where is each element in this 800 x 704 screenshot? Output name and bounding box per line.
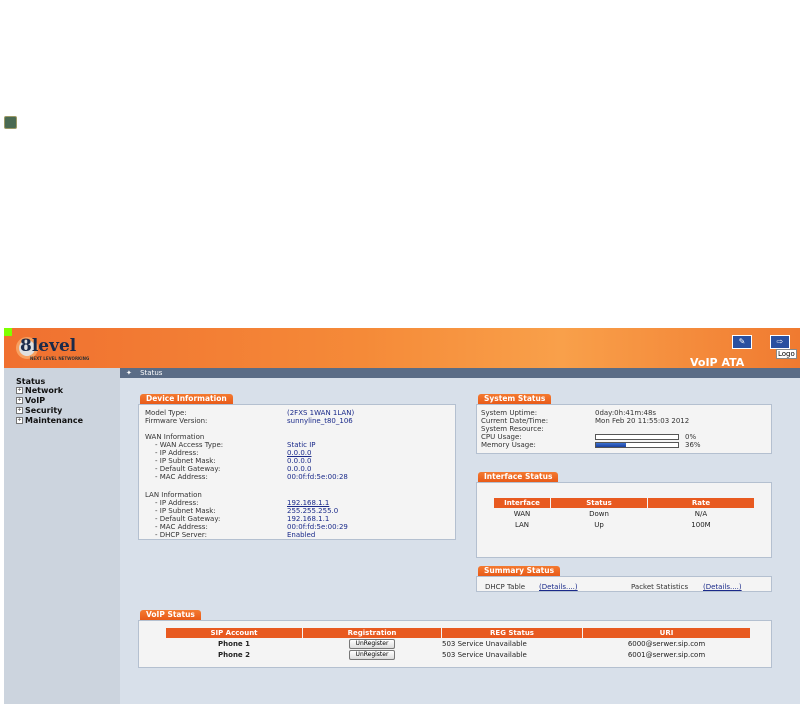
table-row: Phone 1 UnRegister 503 Service Unavailab… bbox=[166, 639, 750, 649]
logo-subtitle: NEXT LEVEL NETWORKING bbox=[30, 356, 90, 361]
device-info-panel: Model Type: (2FXS 1WAN 1LAN) Firmware Ve… bbox=[138, 404, 456, 540]
date-value: Mon Feb 20 11:55:03 2012 bbox=[595, 417, 690, 425]
reg-status: 503 Service Unavailable bbox=[442, 640, 527, 648]
wan-ip-link[interactable]: 0.0.0.0 bbox=[287, 449, 312, 457]
mem-label: Memory Usage: bbox=[481, 441, 536, 449]
wan-label: - MAC Address: bbox=[155, 473, 208, 481]
header-bar bbox=[4, 328, 800, 368]
fw-value: sunnyline_t80_106 bbox=[287, 417, 353, 425]
lan-label: - DHCP Server: bbox=[155, 531, 207, 539]
lan-value: Enabled bbox=[287, 531, 316, 539]
model-value: (2FXS 1WAN 1LAN) bbox=[287, 409, 355, 417]
logout-tooltip: Logo bbox=[776, 349, 797, 359]
lan-label: - Default Gateway: bbox=[155, 515, 221, 523]
wan-label: - IP Address: bbox=[155, 449, 199, 457]
expand-icon: + bbox=[16, 397, 23, 404]
iface-status: Up bbox=[594, 521, 604, 529]
voip-table: SIP Account Registration REG Status URI … bbox=[165, 627, 751, 661]
fw-label: Firmware Version: bbox=[145, 417, 208, 425]
expand-icon: + bbox=[16, 407, 23, 414]
expand-icon: + bbox=[16, 387, 23, 394]
packet-label: Packet Statistics bbox=[631, 583, 689, 591]
cpu-label: CPU Usage: bbox=[481, 433, 522, 441]
iface-status: Down bbox=[589, 510, 609, 518]
cpu-value: 0% bbox=[685, 433, 697, 441]
table-row: WAN Down N/A bbox=[494, 509, 754, 519]
reg-status: 503 Service Unavailable bbox=[442, 651, 527, 659]
col-sip-account: SIP Account bbox=[166, 628, 302, 638]
lan-value: 192.168.1.1 bbox=[287, 515, 330, 523]
wan-label: - IP Subnet Mask: bbox=[155, 457, 216, 465]
iface-rate: N/A bbox=[694, 510, 708, 518]
date-label: Current Date/Time: bbox=[481, 417, 549, 425]
sidebar-item-security[interactable]: + Security bbox=[16, 406, 62, 415]
lan-value: 00:0f:fd:5e:00:29 bbox=[287, 523, 348, 531]
model-label: Model Type: bbox=[145, 409, 187, 417]
registration-cell: UnRegister bbox=[303, 650, 441, 660]
wan-value: 00:0f:fd:5e:00:28 bbox=[287, 473, 348, 481]
dhcp-label: DHCP Table bbox=[485, 583, 526, 591]
col-status: Status bbox=[551, 498, 647, 508]
col-interface: Interface bbox=[494, 498, 550, 508]
tab-device-information: Device Information bbox=[140, 394, 233, 404]
logo-text: 8level bbox=[20, 336, 77, 356]
voip-status-panel: SIP Account Registration REG Status URI … bbox=[138, 620, 772, 668]
sidebar-item-network[interactable]: + Network bbox=[16, 386, 63, 395]
table-row: Phone 2 UnRegister 503 Service Unavailab… bbox=[166, 650, 750, 660]
summary-status-panel: DHCP Table (Details....) Packet Statisti… bbox=[476, 576, 772, 592]
tab-system-status: System Status bbox=[478, 394, 552, 404]
packet-details-link[interactable]: (Details....) bbox=[703, 583, 742, 591]
iface-rate: 100M bbox=[691, 521, 711, 529]
wan-value: Static IP bbox=[287, 441, 316, 449]
iface-name: WAN bbox=[513, 510, 531, 518]
lan-label: - IP Subnet Mask: bbox=[155, 507, 216, 515]
wan-label: - WAN Access Type: bbox=[155, 441, 224, 449]
resource-label: System Resource: bbox=[481, 425, 544, 433]
unregister-button[interactable]: UnRegister bbox=[348, 650, 396, 660]
uptime-label: System Uptime: bbox=[481, 409, 538, 417]
table-row: LAN Up 100M bbox=[494, 520, 754, 530]
sip-account: Phone 2 bbox=[218, 651, 250, 659]
wizard-icon[interactable]: ✎ bbox=[732, 335, 752, 349]
wan-label: - Default Gateway: bbox=[155, 465, 221, 473]
col-rate: Rate bbox=[648, 498, 754, 508]
unregister-button[interactable]: UnRegister bbox=[348, 639, 396, 649]
sidebar-item-status[interactable]: Status bbox=[16, 377, 45, 386]
sip-uri: 6001@serwer.sip.com bbox=[627, 651, 706, 659]
cpu-bar bbox=[595, 434, 679, 440]
mem-value: 36% bbox=[685, 441, 701, 449]
wan-title: WAN Information bbox=[145, 433, 205, 441]
wan-value: 0.0.0.0 bbox=[287, 457, 312, 465]
dhcp-details-link[interactable]: (Details....) bbox=[539, 583, 578, 591]
sidebar-item-voip[interactable]: + VoIP bbox=[16, 396, 45, 405]
sidebar-item-maintenance[interactable]: + Maintenance bbox=[16, 416, 83, 425]
lan-ip-link[interactable]: 192.168.1.1 bbox=[287, 499, 329, 507]
col-uri: URI bbox=[583, 628, 750, 638]
col-reg-status: REG Status bbox=[442, 628, 582, 638]
expand-icon: + bbox=[16, 417, 23, 424]
sip-uri: 6000@serwer.sip.com bbox=[627, 640, 706, 648]
tab-summary-status: Summary Status bbox=[478, 566, 561, 576]
registration-cell: UnRegister bbox=[303, 639, 441, 649]
corner-marker bbox=[4, 328, 12, 336]
breadcrumb: ✦ Status bbox=[120, 368, 800, 378]
tab-voip-status: VoIP Status bbox=[140, 610, 201, 620]
lan-label: - MAC Address: bbox=[155, 523, 208, 531]
system-status-panel: System Uptime: 0day:0h:41m:48s Current D… bbox=[476, 404, 772, 454]
wan-value: 0.0.0.0 bbox=[287, 465, 312, 473]
mem-fill bbox=[596, 443, 626, 447]
app-icon bbox=[4, 116, 17, 129]
tab-interface-status: Interface Status bbox=[478, 472, 559, 482]
interface-status-panel: Interface Status Rate WAN Down N/A LAN U… bbox=[476, 482, 772, 558]
lan-label: - IP Address: bbox=[155, 499, 199, 507]
mem-bar bbox=[595, 442, 679, 448]
logout-icon[interactable]: ⇨ bbox=[770, 335, 790, 349]
uptime-value: 0day:0h:41m:48s bbox=[595, 409, 657, 417]
col-registration: Registration bbox=[303, 628, 441, 638]
sip-account: Phone 1 bbox=[218, 640, 250, 648]
iface-name: LAN bbox=[514, 521, 530, 529]
lan-title: LAN Information bbox=[145, 491, 202, 499]
lan-value: 255.255.255.0 bbox=[287, 507, 339, 515]
interface-table: Interface Status Rate WAN Down N/A LAN U… bbox=[493, 497, 755, 531]
